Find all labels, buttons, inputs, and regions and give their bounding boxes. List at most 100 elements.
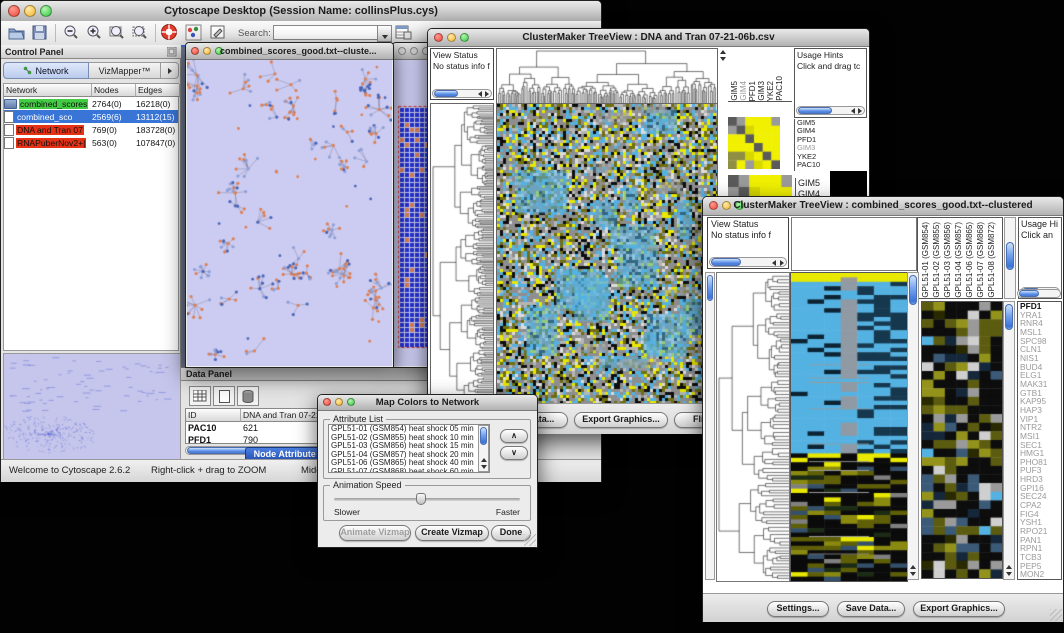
dialog-titlebar[interactable]: Map Colors to Network [318, 395, 537, 411]
new-attribute-icon[interactable] [213, 386, 235, 406]
zoom-out-icon[interactable] [62, 24, 80, 41]
column-label[interactable]: GPL51-04 (GSM857) [954, 222, 965, 298]
toolbar-divider [55, 24, 56, 42]
move-down-button[interactable]: ∨ [500, 446, 528, 460]
resize-grip[interactable] [1050, 609, 1062, 621]
tab-vizmapper[interactable]: VizMapper™ [89, 62, 161, 79]
minimize-button[interactable] [410, 47, 418, 55]
export-graphics-button[interactable]: Export Graphics... [913, 601, 1005, 617]
tv2-labels-vscrollbar[interactable] [1004, 217, 1016, 299]
network-row[interactable]: combined_sco 2569(6) 13112(15) [4, 110, 178, 123]
float-panel-icon[interactable] [167, 47, 177, 61]
col-nodes[interactable]: Nodes [92, 84, 136, 97]
column-label[interactable]: GPL51-01 (GSM854) [921, 222, 932, 298]
network-list: Network Nodes Edges combined_scores 2764… [3, 83, 179, 351]
tv2-zoom-vscrollbar[interactable] [1003, 301, 1015, 580]
network-row[interactable]: combined_scores 2764(0) 16218(0) [4, 97, 178, 110]
tv1-row-dendrogram[interactable] [430, 103, 494, 405]
tv2-left-vscrollbar[interactable] [705, 272, 715, 580]
network1-view[interactable] [187, 60, 392, 366]
save-data-button[interactable]: Save Data... [837, 601, 905, 617]
tv2-column-tree-area[interactable] [791, 217, 917, 271]
tab-overflow-button[interactable] [161, 62, 179, 79]
zoom-selected-icon[interactable] [131, 24, 149, 41]
document-icon [4, 124, 14, 136]
dialog-button-0[interactable]: Animate Vizmap [339, 525, 411, 541]
tv1-global-matrix[interactable] [728, 117, 780, 169]
zoom-in-icon[interactable] [85, 24, 103, 41]
annotation-icon[interactable] [209, 24, 226, 41]
tv2-genelist-hscrollbar[interactable] [1017, 289, 1061, 298]
main-titlebar[interactable]: Cytoscape Desktop (Session Name: collins… [1, 1, 601, 22]
tv1-status-hscrollbar[interactable] [432, 89, 492, 98]
network-row[interactable]: DNA and Tran 07 769(0) 183728(0) [4, 123, 178, 136]
column-label[interactable]: GPL51-06 (GSM865) [965, 222, 976, 298]
grid-view-icon[interactable] [189, 386, 211, 406]
help-lifering-icon[interactable] [160, 23, 179, 42]
view-status-text: No status info f [431, 61, 493, 71]
tab-network[interactable]: Network [3, 62, 89, 79]
tv2-status-hscrollbar[interactable] [709, 257, 787, 267]
column-label[interactable]: GPL51-03 (GSM856) [943, 222, 954, 298]
zoom-fit-icon[interactable] [108, 24, 126, 41]
column-label[interactable]: GIM5 [730, 81, 739, 101]
minimize-button[interactable] [203, 47, 211, 55]
attribute-browser-icon[interactable] [395, 24, 412, 41]
column-label[interactable]: GIM3 [757, 81, 766, 101]
resize-grip[interactable] [524, 534, 536, 546]
tv2-row-dendrogram[interactable] [716, 272, 790, 582]
network-row[interactable]: RNAPuberNov2+| 563(0) 107847(0) [4, 136, 178, 149]
column-label[interactable]: PFD1 [748, 81, 757, 101]
search-dropdown-button[interactable] [377, 25, 392, 42]
gene-label[interactable]: MON2 [1020, 570, 1061, 579]
usage-hints-title: Usage Hi [1019, 218, 1061, 230]
move-up-button[interactable]: ∧ [500, 429, 528, 443]
attribute-list-scrollbar[interactable] [478, 425, 489, 472]
network-nodes-count: 2764(0) [92, 99, 136, 109]
vizmapper-icon[interactable] [185, 24, 202, 41]
tv1-column-dendrogram[interactable] [496, 48, 718, 104]
network1-titlebar[interactable]: combined_scores_good.txt--cluste... [186, 43, 393, 60]
tv2-footer: Settings... Save Data... Export Graphics… [703, 593, 1063, 622]
tv2-zoom-heatmap[interactable] [921, 301, 1003, 579]
row-id: PAC10 [186, 422, 241, 434]
birds-eye-view[interactable] [3, 353, 181, 460]
settings-button[interactable]: Settings... [767, 601, 829, 617]
col-network[interactable]: Network [4, 84, 92, 97]
tv2-heatmap-vscrollbar[interactable] [907, 272, 919, 580]
column-label[interactable]: GIM4 [739, 81, 748, 101]
speed-slider-track[interactable] [334, 498, 520, 501]
usage-hints-text: Click and drag tc [795, 61, 866, 71]
column-label[interactable]: YKE2 [766, 81, 775, 101]
treeview2-titlebar[interactable]: ClusterMaker TreeView : combined_scores_… [703, 197, 1063, 216]
column-label[interactable]: PAC10 [775, 76, 784, 101]
view-status-title: View Status [431, 49, 493, 61]
speed-slider-thumb[interactable] [416, 493, 426, 505]
tv1-heatmap[interactable] [496, 103, 718, 405]
tv2-usage-hints-panel: Usage Hi Click an [1018, 217, 1062, 299]
close-button[interactable] [191, 47, 199, 55]
treeview1-titlebar[interactable]: ClusterMaker TreeView : DNA and Tran 07-… [428, 29, 869, 47]
gene-label[interactable]: PAC10 [797, 161, 830, 169]
col-id[interactable]: ID [186, 409, 241, 422]
close-button[interactable] [398, 47, 406, 55]
column-label[interactable]: GPL51-07 (GSM868) [976, 222, 987, 298]
attribute-item[interactable]: GPL51-07 (GSM868) heat shock 60 min [331, 468, 479, 473]
open-file-icon[interactable] [7, 24, 26, 41]
delete-attribute-icon[interactable] [237, 386, 259, 406]
animation-speed-group: Animation Speed Slower Faster [323, 485, 531, 521]
attribute-listbox[interactable]: GPL51-01 (GSM854) heat shock 05 minGPL51… [328, 424, 490, 473]
search-input[interactable] [273, 25, 379, 40]
column-label[interactable]: GPL51-08 (GSM872) [987, 222, 998, 298]
col-edges[interactable]: Edges [136, 84, 180, 97]
network-edges-count: 107847(0) [136, 138, 180, 148]
usage-hints-title: Usage Hints [795, 49, 866, 61]
save-icon[interactable] [31, 24, 48, 41]
control-panel-title: Control Panel [5, 47, 64, 57]
dialog-button-1[interactable]: Create Vizmap [415, 525, 489, 541]
export-graphics-button[interactable]: Export Graphics... [574, 412, 668, 428]
column-label[interactable]: GPL51-02 (GSM855) [932, 222, 943, 298]
gene-label[interactable]: GIM5 [798, 178, 832, 189]
tv1-hints-hscrollbar[interactable] [796, 106, 865, 115]
tv2-main-heatmap[interactable] [790, 272, 908, 582]
